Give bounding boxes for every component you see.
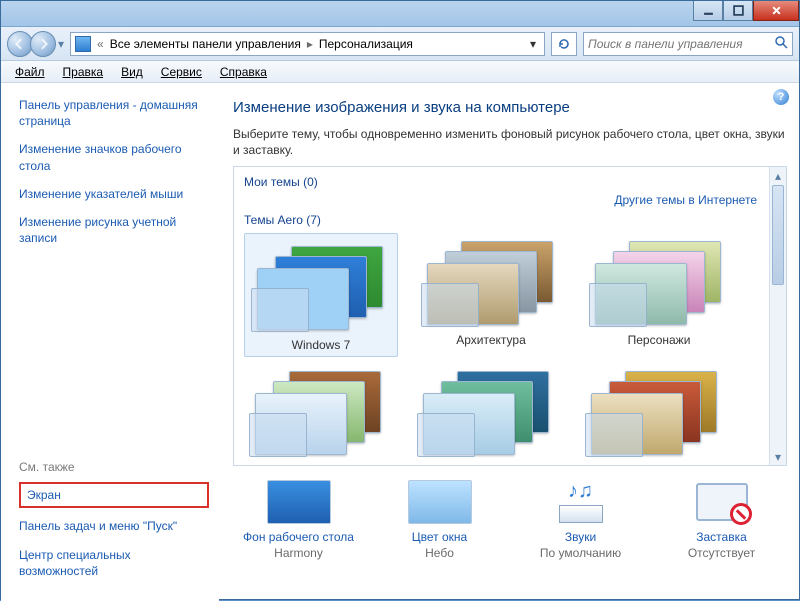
- window-controls: [693, 1, 799, 21]
- theme-characters[interactable]: Персонажи: [584, 233, 734, 357]
- location-icon: [75, 36, 91, 52]
- scrollbar-thumb[interactable]: [772, 185, 784, 285]
- theme-label: Персонажи: [584, 333, 734, 347]
- option-title: Фон рабочего стола: [233, 530, 364, 544]
- menu-edit[interactable]: Правка: [55, 63, 112, 81]
- menubar: Файл Правка Вид Сервис Справка: [1, 61, 799, 83]
- option-desktop-background[interactable]: Фон рабочего стола Harmony: [233, 480, 364, 560]
- see-also-accessibility[interactable]: Центр специальных возможностей: [19, 547, 209, 579]
- online-themes-link[interactable]: Другие темы в Интернете: [614, 193, 757, 207]
- theme-item[interactable]: [580, 363, 730, 463]
- address-bar[interactable]: « Все элементы панели управления ▸ Персо…: [70, 32, 545, 56]
- theme-thumbnail: [249, 367, 389, 457]
- sidebar-change-mouse-pointers[interactable]: Изменение указателей мыши: [19, 186, 209, 202]
- theme-item[interactable]: [412, 363, 562, 463]
- search-box[interactable]: [583, 32, 793, 56]
- menu-file[interactable]: Файл: [7, 63, 53, 81]
- theme-thumbnail: [421, 237, 561, 327]
- sidebar-change-account-picture[interactable]: Изменение рисунка учетной записи: [19, 214, 209, 246]
- aero-themes-row-1: Windows 7 Архитектура: [244, 233, 761, 357]
- sidebar: Панель управления - домашняя страница Из…: [1, 83, 219, 601]
- scroll-down-icon[interactable]: ▾: [770, 448, 786, 465]
- breadcrumb-prefix: «: [97, 37, 104, 51]
- breadcrumb-all-items[interactable]: Все элементы панели управления: [110, 37, 301, 51]
- themes-container: Мои темы (0) Другие темы в Интернете Тем…: [233, 166, 787, 466]
- page-description: Выберите тему, чтобы одновременно измени…: [233, 126, 787, 158]
- forbidden-icon: [730, 503, 752, 525]
- menu-tools[interactable]: Сервис: [153, 63, 210, 81]
- window-color-icon: [408, 480, 472, 524]
- theme-label: Windows 7: [249, 338, 393, 352]
- breadcrumb-sep-icon: ▸: [307, 37, 313, 51]
- see-also-header: См. также: [19, 460, 209, 474]
- theme-label: Архитектура: [416, 333, 566, 347]
- personalization-options: Фон рабочего стола Harmony Цвет окна Неб…: [233, 480, 787, 560]
- scroll-up-icon[interactable]: ▴: [770, 167, 786, 184]
- theme-thumbnail: [585, 367, 725, 457]
- sidebar-home[interactable]: Панель управления - домашняя страница: [19, 97, 209, 129]
- option-subtitle: Отсутствует: [656, 546, 787, 560]
- option-title: Звуки: [515, 530, 646, 544]
- titlebar: [1, 1, 799, 27]
- refresh-button[interactable]: [551, 32, 577, 56]
- themes-scroll-area: Мои темы (0) Другие темы в Интернете Тем…: [234, 167, 769, 465]
- option-screensaver[interactable]: Заставка Отсутствует: [656, 480, 787, 560]
- option-subtitle: По умолчанию: [515, 546, 646, 560]
- sounds-icon: ♪♫: [549, 480, 613, 524]
- main-panel: ? Изменение изображения и звука на компь…: [219, 83, 799, 601]
- my-themes-header: Мои темы (0): [244, 175, 761, 189]
- theme-thumbnail: [589, 237, 729, 327]
- maximize-button[interactable]: [723, 1, 753, 21]
- history-dropdown-icon[interactable]: ▾: [58, 37, 64, 51]
- option-subtitle: Harmony: [233, 546, 364, 560]
- theme-item[interactable]: [244, 363, 394, 463]
- breadcrumb-personalization[interactable]: Персонализация: [319, 37, 413, 51]
- minimize-button[interactable]: [693, 1, 723, 21]
- desktop-background-icon: [267, 480, 331, 524]
- page-heading: Изменение изображения и звука на компьют…: [233, 99, 787, 116]
- theme-windows7[interactable]: Windows 7: [244, 233, 398, 357]
- nav-buttons: ▾: [7, 31, 64, 57]
- close-button[interactable]: [753, 1, 799, 21]
- option-window-color[interactable]: Цвет окна Небо: [374, 480, 505, 560]
- see-also-display[interactable]: Экран: [19, 482, 209, 508]
- option-title: Заставка: [656, 530, 787, 544]
- menu-help[interactable]: Справка: [212, 63, 275, 81]
- aero-themes-row-2: [244, 363, 761, 463]
- option-title: Цвет окна: [374, 530, 505, 544]
- theme-architecture[interactable]: Архитектура: [416, 233, 566, 357]
- theme-thumbnail: [417, 367, 557, 457]
- address-dropdown-icon[interactable]: ▾: [526, 37, 540, 51]
- option-sounds[interactable]: ♪♫ Звуки По умолчанию: [515, 480, 646, 560]
- screensaver-icon: [690, 480, 754, 524]
- forward-button[interactable]: [30, 31, 56, 57]
- theme-thumbnail: [251, 242, 391, 332]
- option-subtitle: Небо: [374, 546, 505, 560]
- sidebar-change-desktop-icons[interactable]: Изменение значков рабочего стола: [19, 141, 209, 173]
- vertical-scrollbar[interactable]: ▴ ▾: [769, 167, 786, 465]
- body: Панель управления - домашняя страница Из…: [1, 83, 799, 601]
- see-also-taskbar[interactable]: Панель задач и меню "Пуск": [19, 518, 209, 534]
- search-icon[interactable]: [774, 35, 788, 52]
- help-icon[interactable]: ?: [773, 89, 789, 105]
- menu-view[interactable]: Вид: [113, 63, 151, 81]
- aero-themes-header: Темы Aero (7): [244, 213, 761, 227]
- search-input[interactable]: [588, 37, 774, 51]
- window-frame: ▾ « Все элементы панели управления ▸ Пер…: [0, 0, 800, 600]
- address-toolbar: ▾ « Все элементы панели управления ▸ Пер…: [1, 27, 799, 61]
